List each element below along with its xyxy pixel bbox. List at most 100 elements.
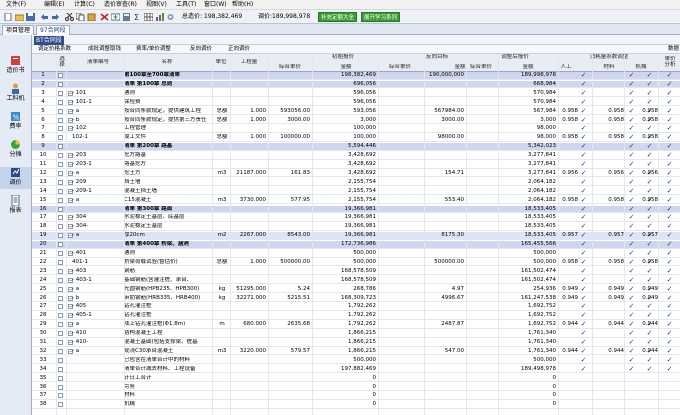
material-check-icon[interactable]: ✓ (628, 143, 635, 150)
unit-cell[interactable]: m3 (214, 197, 230, 204)
target-amount-cell[interactable] (424, 223, 464, 230)
initial-amount-cell[interactable]: 19,366,981 (312, 223, 377, 230)
name-cell[interactable]: 保险费 (124, 99, 212, 106)
material-check-icon[interactable]: ✓ (628, 72, 635, 79)
machine-check-icon[interactable]: ✓ (646, 241, 653, 248)
initial-amount-cell[interactable]: 100,000 (312, 125, 376, 132)
adjusted-amount-cell[interactable]: 0 (498, 375, 557, 382)
name-cell[interactable]: 竣工文件 (124, 134, 212, 141)
initial-price-cell[interactable] (268, 357, 310, 364)
initial-amount-cell[interactable]: 19,366,981 (312, 206, 377, 213)
row-select-checkbox[interactable] (58, 242, 63, 248)
name-cell[interactable]: 水泥稳定土基层、底基层 (124, 214, 212, 221)
initial-price-cell[interactable] (268, 143, 310, 150)
target-price-cell[interactable] (378, 125, 422, 132)
name-cell[interactable]: 计日工合计 (124, 375, 212, 382)
col-unit-header[interactable]: 单位 (214, 59, 228, 66)
adjusted-amount-cell[interactable]: 18,533,405 (498, 214, 557, 221)
row-select-checkbox[interactable] (58, 215, 63, 221)
adjusted-amount-cell[interactable]: 567,984 (498, 108, 556, 115)
data-button[interactable]: 数据 (668, 45, 679, 54)
table-row[interactable]: −12- a 挖土方 m3 21187.000 161.83 3,428,692 154.7… (32, 169, 680, 178)
machine-check-icon[interactable]: ✓ (646, 143, 653, 150)
qty-cell[interactable] (230, 303, 266, 310)
row-select-checkbox[interactable] (58, 126, 63, 132)
labor-check-icon[interactable]: ✓ (580, 116, 587, 124)
unit-cell[interactable] (214, 223, 230, 230)
labor-check-icon[interactable]: ✓ (580, 80, 587, 88)
machine-check-icon[interactable]: ✓ (646, 125, 653, 132)
code-cell[interactable]: - 101 (72, 90, 122, 97)
target-price-cell[interactable] (378, 170, 422, 177)
labor-check-icon[interactable]: ✓ (580, 196, 587, 204)
unit-price-check-icon[interactable]: ✓ (666, 339, 673, 346)
initial-price-cell[interactable] (268, 366, 310, 373)
material-check-icon[interactable]: ✓ (628, 365, 635, 373)
name-cell[interactable]: 现浇C30承台混凝土 (124, 348, 212, 355)
table-row[interactable]: 22 401-1 桥梁荷载试验(暂估价) 总额 1.000 500000.00 500,00… (32, 258, 680, 267)
target-price-cell[interactable] (378, 303, 422, 310)
target-amount-cell[interactable] (424, 401, 464, 408)
target-price-cell[interactable] (378, 232, 422, 239)
table-row[interactable]: −10- 203 挖方路基 3,428,692 3,277,841 ✓ ✓ ✓ ✓ (32, 152, 680, 160)
labor-check-icon[interactable]: ✓ (580, 294, 587, 302)
unit-cell[interactable] (214, 339, 230, 346)
labor-check-icon[interactable]: ✓ (580, 214, 587, 221)
material-check-icon[interactable]: ✓ (628, 312, 635, 319)
target-amount-cell[interactable] (424, 161, 464, 168)
code-cell[interactable]: - a (72, 108, 122, 115)
initial-price-cell[interactable]: 579.57 (268, 348, 310, 355)
unit-price-check-icon[interactable]: ✓ (666, 98, 673, 106)
initial-amount-cell[interactable]: 3,428,692 (312, 170, 376, 177)
target-amount-cell[interactable]: 4996.67 (424, 295, 464, 302)
unit-price-check-icon[interactable]: ✓ (666, 169, 673, 177)
adjusted-amount-cell[interactable]: 500,000 (498, 250, 556, 257)
table-row[interactable]: −7- 102 工程管理 100,000 98,000 ✓ ✓ ✓ ✓ (32, 125, 680, 133)
code-cell[interactable]: - a (72, 321, 122, 328)
col-labor-header[interactable]: 人工 (548, 64, 584, 71)
name-cell[interactable]: 钢筋 (124, 268, 212, 275)
initial-price-cell[interactable] (268, 125, 310, 132)
table-row[interactable]: 34 清单合计减去材料、工程设备 197,882,469 189,498,978 ✓ ✓ ✓… (32, 365, 680, 374)
material-check-icon[interactable]: ✓ (628, 339, 635, 346)
name-cell[interactable]: 机械 (124, 401, 212, 408)
unit-price-check-icon[interactable]: ✓ (666, 187, 673, 195)
unit-price-check-icon[interactable]: ✓ (666, 72, 673, 79)
qty-cell[interactable] (230, 143, 266, 150)
initial-price-cell[interactable]: 100000.00 (268, 134, 310, 141)
col-qty-header[interactable]: 工程量 (232, 59, 266, 66)
material-check-icon[interactable]: ✓ (628, 356, 635, 364)
target-price-cell[interactable] (378, 90, 422, 97)
code-cell[interactable]: - 401 (72, 250, 122, 257)
unit-cell[interactable] (214, 392, 230, 399)
adjusted-amount-cell[interactable]: 5,342,023 (498, 143, 556, 150)
unit-cell[interactable] (214, 375, 230, 382)
machine-check-icon[interactable]: ✓ (646, 214, 653, 221)
qty-cell[interactable]: 21187.000 (230, 170, 266, 177)
table-row[interactable]: −19- a 厚20cm m2 2267.000 8543.00 19,366,981 81… (32, 232, 680, 240)
name-cell[interactable]: 清单 第200章 路基 (124, 143, 212, 150)
machine-check-icon[interactable]: ✓ (646, 330, 653, 337)
material-factor-cell[interactable]: 0.949 (598, 286, 624, 293)
target-amount-cell[interactable] (424, 125, 464, 132)
row-select-checkbox[interactable] (58, 179, 63, 185)
open-folder-icon[interactable] (15, 13, 24, 21)
name-cell[interactable]: 钻孔灌注桩 (124, 303, 212, 310)
material-check-icon[interactable]: ✓ (628, 161, 635, 168)
target-amount-cell[interactable] (424, 188, 464, 195)
qty-cell[interactable]: 2267.000 (230, 232, 266, 239)
unit-cell[interactable] (214, 125, 230, 132)
adjusted-amount-cell[interactable]: 18,533,405 (498, 206, 557, 213)
qty-cell[interactable] (230, 268, 266, 275)
labor-check-icon[interactable]: ✓ (580, 134, 587, 141)
unit-price-check-icon[interactable]: ✓ (666, 107, 673, 115)
unit-price-check-icon[interactable]: ✓ (666, 258, 673, 266)
unit-price-check-icon[interactable]: ✓ (666, 232, 673, 239)
unit-cell[interactable] (214, 214, 230, 221)
code-cell[interactable] (72, 366, 122, 373)
name-cell[interactable]: 桥梁荷载试验(暂估价) (124, 259, 212, 266)
unit-price-check-icon[interactable]: ✓ (666, 125, 673, 132)
name-cell[interactable]: 结构混凝土工程 (124, 330, 212, 337)
target-amount-cell[interactable]: 190,000,000 (424, 72, 464, 79)
target-price-cell[interactable] (378, 330, 422, 337)
